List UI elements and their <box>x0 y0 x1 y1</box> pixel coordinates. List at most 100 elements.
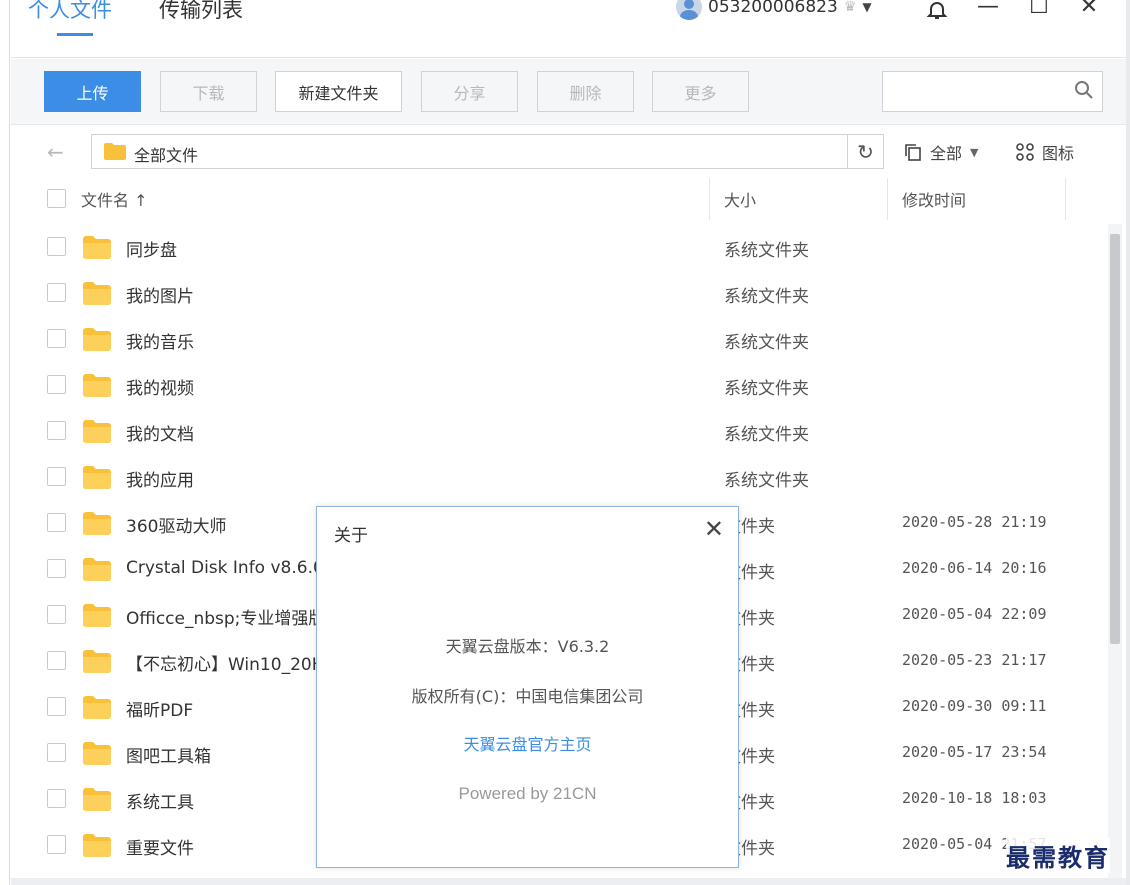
file-size: 系统文件夹 <box>724 287 809 307</box>
download-button[interactable]: 下载 <box>160 71 257 112</box>
row-checkbox[interactable] <box>47 743 66 762</box>
column-divider <box>887 178 888 220</box>
file-size: 系统文件夹 <box>724 379 809 399</box>
grid-icon <box>1016 143 1034 161</box>
file-name[interactable]: 重要文件 <box>126 834 194 859</box>
bottom-edge <box>11 878 1126 885</box>
column-modified[interactable]: 修改时间 <box>902 187 966 211</box>
close-window-button[interactable]: ✕ <box>1074 0 1104 19</box>
folder-icon <box>83 236 111 259</box>
row-checkbox[interactable] <box>47 237 66 256</box>
file-name[interactable]: 【不忘初心】Win10_20H2 <box>126 650 335 675</box>
row-checkbox[interactable] <box>47 283 66 302</box>
maximize-button[interactable]: ☐ <box>1024 0 1054 19</box>
folder-icon <box>83 788 111 811</box>
about-dialog: 关于 ✕ 天翼云盘版本：V6.3.2 版权所有(C)：中国电信集团公司 天翼云盘… <box>316 506 739 868</box>
file-name[interactable]: 我的应用 <box>126 466 194 491</box>
chevron-down-icon: ▼ <box>970 145 979 159</box>
breadcrumb[interactable]: 全部文件 ↻ <box>91 134 884 169</box>
copyright-text: 版权所有(C)：中国电信集团公司 <box>411 687 644 706</box>
folder-icon <box>83 374 111 397</box>
active-tab-indicator <box>57 33 93 36</box>
row-checkbox[interactable] <box>47 559 66 578</box>
tab-transfer-list[interactable]: 传输列表 <box>159 0 243 24</box>
bell-icon <box>926 2 948 19</box>
refresh-icon: ↻ <box>857 139 874 164</box>
view-mode-toggle[interactable]: 图标 <box>1016 140 1074 164</box>
avatar <box>676 0 702 20</box>
row-checkbox[interactable] <box>47 835 66 854</box>
file-modified: 2020-09-30 09:11 <box>902 697 1047 715</box>
row-checkbox[interactable] <box>47 697 66 716</box>
filter-dropdown[interactable]: 全部 ▼ <box>904 140 978 164</box>
file-name[interactable]: 360驱动大师 <box>126 512 226 537</box>
select-all-checkbox[interactable] <box>47 189 66 208</box>
powered-by-text: Powered by 21CN <box>458 784 597 803</box>
copy-icon <box>905 144 921 161</box>
scrollbar[interactable] <box>1108 224 1122 885</box>
close-icon[interactable]: ✕ <box>704 515 724 543</box>
chevron-down-icon: ▼ <box>862 0 872 14</box>
user-menu[interactable]: 053200006823 ♛ ▼ <box>676 0 872 20</box>
file-size: 系统文件夹 <box>724 241 809 261</box>
row-checkbox[interactable] <box>47 789 66 808</box>
upload-button[interactable]: 上传 <box>44 71 141 112</box>
file-name[interactable]: 系统工具 <box>126 788 194 813</box>
row-checkbox[interactable] <box>47 375 66 394</box>
column-size[interactable]: 大小 <box>724 187 756 211</box>
list-header: 文件名 ↑ 大小 修改时间 <box>11 178 1126 222</box>
row-checkbox[interactable] <box>47 329 66 348</box>
refresh-button[interactable]: ↻ <box>847 135 883 168</box>
column-divider <box>709 178 710 220</box>
file-size: 系统文件夹 <box>724 425 809 445</box>
delete-button[interactable]: 删除 <box>537 71 634 112</box>
share-button[interactable]: 分享 <box>421 71 518 112</box>
vip-crown-icon: ♛ <box>843 0 857 15</box>
scrollbar-thumb[interactable] <box>1110 234 1120 644</box>
row-checkbox[interactable] <box>47 605 66 624</box>
search-icon[interactable] <box>1074 80 1094 100</box>
filter-label: 全部 <box>930 144 963 163</box>
folder-icon <box>83 282 111 305</box>
current-path: 全部文件 <box>134 146 199 165</box>
file-modified: 2020-05-17 23:54 <box>902 743 1047 761</box>
file-name[interactable]: 我的视频 <box>126 374 194 399</box>
folder-icon <box>83 558 111 581</box>
row-checkbox[interactable] <box>47 651 66 670</box>
back-arrow-icon[interactable]: ← <box>47 140 64 164</box>
table-row[interactable]: 我的应用 系统文件夹 <box>11 454 1101 500</box>
column-name[interactable]: 文件名 ↑ <box>81 187 148 211</box>
row-checkbox[interactable] <box>47 421 66 440</box>
watermark: 最需教育 <box>1006 838 1110 873</box>
new-folder-button[interactable]: 新建文件夹 <box>275 71 402 112</box>
file-name[interactable]: 我的文档 <box>126 420 194 445</box>
file-name[interactable]: 我的图片 <box>126 282 194 307</box>
tab-personal-files[interactable]: 个人文件 <box>28 0 112 24</box>
search-input[interactable] <box>882 71 1103 112</box>
file-name[interactable]: Officce_nbsp;专业增强版 <box>126 604 325 629</box>
folder-icon <box>83 834 111 857</box>
file-modified: 2020-06-14 20:16 <box>902 559 1047 577</box>
file-name[interactable]: 同步盘 <box>126 236 177 261</box>
homepage-link[interactable]: 天翼云盘官方主页 <box>463 735 591 754</box>
more-button[interactable]: 更多 <box>652 71 749 112</box>
file-name[interactable]: 福昕PDF <box>126 696 193 721</box>
file-name[interactable]: 图吧工具箱 <box>126 742 211 767</box>
toolbar: 上传 下载 新建文件夹 分享 删除 更多 <box>11 59 1126 125</box>
file-modified: 2020-05-23 21:17 <box>902 651 1047 669</box>
table-row[interactable]: 我的文档 系统文件夹 <box>11 408 1101 454</box>
minimize-button[interactable]: — <box>973 0 1003 19</box>
notification-button[interactable] <box>922 0 952 28</box>
file-name[interactable]: 我的音乐 <box>126 328 194 353</box>
folder-icon <box>83 604 111 627</box>
table-row[interactable]: 我的音乐 系统文件夹 <box>11 316 1101 362</box>
file-name[interactable]: Crystal Disk Info v8.6.0 <box>126 558 324 578</box>
table-row[interactable]: 我的视频 系统文件夹 <box>11 362 1101 408</box>
file-size: 系统文件夹 <box>724 471 809 491</box>
row-checkbox[interactable] <box>47 513 66 532</box>
table-row[interactable]: 同步盘 系统文件夹 <box>11 224 1101 270</box>
file-modified: 2020-05-28 21:19 <box>902 513 1047 531</box>
folder-icon <box>83 512 111 535</box>
row-checkbox[interactable] <box>47 467 66 486</box>
table-row[interactable]: 我的图片 系统文件夹 <box>11 270 1101 316</box>
